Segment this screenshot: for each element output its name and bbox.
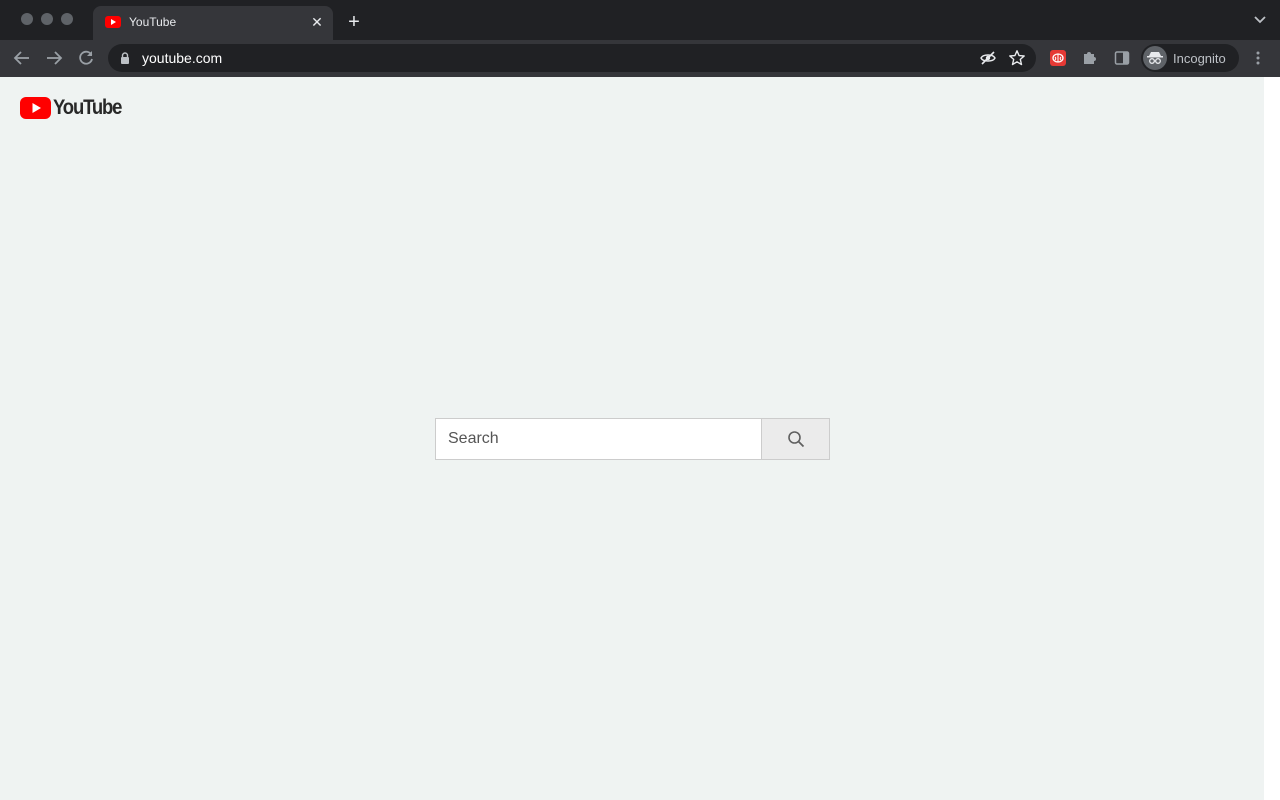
url-text[interactable]: youtube.com bbox=[142, 50, 222, 66]
address-bar[interactable]: youtube.com bbox=[108, 44, 1036, 72]
reload-button[interactable] bbox=[76, 48, 96, 68]
search-form bbox=[435, 418, 830, 460]
forward-button[interactable] bbox=[44, 48, 64, 68]
incognito-icon bbox=[1143, 46, 1167, 70]
search-input[interactable] bbox=[435, 418, 761, 460]
back-button[interactable] bbox=[12, 48, 32, 68]
browser-tab-youtube[interactable]: YouTube ✕ bbox=[93, 6, 333, 40]
scrollbar-gutter[interactable] bbox=[1264, 77, 1280, 800]
tab-search-chevron-icon[interactable] bbox=[1254, 15, 1266, 25]
tab-close-icon[interactable]: ✕ bbox=[309, 14, 325, 30]
tab-title: YouTube bbox=[129, 15, 177, 29]
browser-menu-icon[interactable] bbox=[1252, 50, 1264, 66]
youtube-wordmark: YouTube bbox=[53, 96, 122, 119]
youtube-logo[interactable]: YouTube bbox=[20, 96, 131, 119]
page-content: YouTube bbox=[0, 77, 1264, 800]
reload-icon bbox=[79, 50, 93, 65]
arrow-left-icon bbox=[13, 51, 29, 65]
search-icon bbox=[787, 431, 804, 448]
youtube-play-icon bbox=[20, 97, 51, 119]
youtube-favicon-icon bbox=[105, 16, 121, 28]
browser-toolbar: youtube.com Incognito bbox=[0, 40, 1280, 77]
eye-off-icon[interactable] bbox=[980, 50, 996, 66]
search-button[interactable] bbox=[761, 418, 830, 460]
arrow-right-icon bbox=[47, 51, 63, 65]
extensions-puzzle-icon[interactable] bbox=[1082, 49, 1098, 65]
window-minimize-control[interactable] bbox=[41, 13, 53, 25]
window-zoom-control[interactable] bbox=[61, 13, 73, 25]
new-tab-button[interactable]: + bbox=[343, 11, 365, 33]
side-panel-icon[interactable] bbox=[1114, 50, 1130, 66]
lock-icon bbox=[121, 52, 129, 64]
bookmark-star-icon[interactable] bbox=[1008, 49, 1026, 67]
extension-brain-icon[interactable] bbox=[1050, 50, 1066, 66]
incognito-label: Incognito bbox=[1173, 51, 1226, 66]
incognito-profile-button[interactable]: Incognito bbox=[1141, 44, 1239, 72]
window-close-control[interactable] bbox=[21, 13, 33, 25]
tab-strip: YouTube ✕ + bbox=[0, 0, 1280, 40]
